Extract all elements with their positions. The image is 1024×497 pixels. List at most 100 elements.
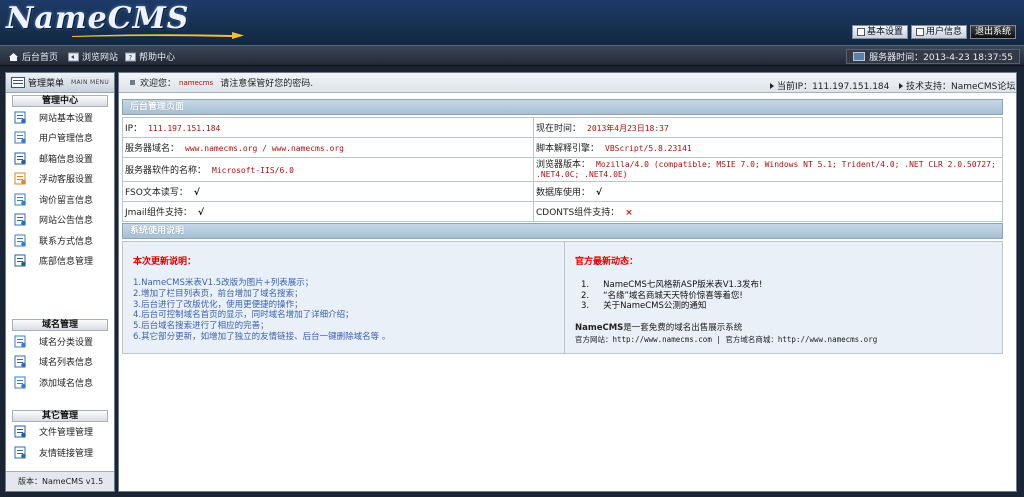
info-label: Jmail组件支持： <box>125 208 192 218</box>
info-label: 脚本解释引擎： <box>536 144 600 154</box>
document-icon <box>14 131 27 144</box>
nav-help-label: 帮助中心 <box>139 53 176 63</box>
sidebar-item[interactable]: 邮箱信息设置 <box>6 148 114 169</box>
sidebar-item[interactable]: 文件管理管理 <box>6 422 114 443</box>
sidebar-item-label: 域名列表信息 <box>39 358 94 369</box>
sidebar-item[interactable]: 网站公告信息 <box>6 210 114 231</box>
welcome-bar: 欢迎您： namecms 请注意保管好您的密码. 当前IP：111.197.15… <box>119 73 1016 93</box>
document-icon <box>14 425 27 438</box>
nav-home[interactable]: 后台首页 <box>8 50 58 63</box>
info-label: 现在时间： <box>536 124 582 134</box>
news-text: NameCMS七风格新ASP版米表V1.3发布! <box>603 280 763 290</box>
update-item: 4.后台可控制域名首页的显示，同时域名增加了详细介绍； <box>133 310 354 321</box>
sidebar-item[interactable]: 浮动客服设置 <box>6 169 114 190</box>
info-value: 111.197.151.184 <box>148 124 221 133</box>
top-header: NameCMS 基本设置 用户信息 退出系统 <box>0 0 1024 45</box>
server-time-text: 服务器时间：2013-4-23 18:37:55 <box>869 53 1013 63</box>
usage-panel-title: 系统使用说明 <box>122 223 1003 239</box>
nav-help[interactable]: ? 帮助中心 <box>125 50 175 63</box>
about-sites: 官方网站：http://www.namecms.com | 官方域名商城：htt… <box>575 335 878 344</box>
current-ip-text: 当前IP：111.197.151.184 <box>777 82 890 92</box>
info-cell: 浏览器版本： Mozilla/4.0 (compatible; MSIE 7.0;… <box>533 157 1003 182</box>
sidebar-item-label: 询价留言信息 <box>39 195 94 206</box>
svg-text:?: ? <box>129 54 133 62</box>
user-info-link[interactable]: 用户信息 <box>910 25 967 39</box>
info-value: www.namecms.org / www.namecms.org <box>185 144 344 153</box>
document-icon <box>14 193 27 206</box>
info-cell: 数据库使用： √ <box>533 181 1003 202</box>
main-content: 欢迎您： namecms 请注意保管好您的密码. 当前IP：111.197.15… <box>118 72 1017 492</box>
tech-support-link[interactable]: 技术支持：NameCMS论坛 <box>899 79 1015 92</box>
nav-browse[interactable]: 浏览网站 <box>68 50 118 63</box>
update-item: 1.NameCMS米表V1.5改版为图片+列表展示； <box>133 278 314 288</box>
server-info-table: IP： 111.197.151.184 现在时间： 2013年4月23日18:37 服务… <box>122 117 1003 222</box>
sidebar-item[interactable]: 域名分类设置 <box>6 331 114 352</box>
server-time: 服务器时间：2013-4-23 18:37:55 <box>846 49 1020 64</box>
document-icon <box>14 152 27 165</box>
news-list: 1. NameCMS七风格新ASP版米表V1.3发布! 2. “名缘”域名商城天天特价… <box>581 280 762 312</box>
arrow-right-icon <box>770 82 774 89</box>
sidebar-item-label: 底部信息管理 <box>39 257 94 268</box>
updates-list: 1.NameCMS米表V1.5改版为图片+列表展示； 2.增加了栏目列表页，前台增… <box>133 278 390 343</box>
news-item[interactable]: 3. 关于NameCMS公测的通知 <box>581 301 762 312</box>
sidebar-item-label: 邮箱信息设置 <box>39 154 94 165</box>
gear-icon <box>856 28 865 36</box>
sidebar-header-title: 管理菜单 <box>28 79 65 89</box>
logout-button[interactable]: 退出系统 <box>969 25 1016 39</box>
help-icon: ? <box>125 52 136 62</box>
bullet-icon <box>130 80 135 85</box>
sidebar-item[interactable]: 询价留言信息 <box>6 189 114 210</box>
sidebar-header-sub: MAIN MENU <box>71 79 110 86</box>
top-links: 基本设置 用户信息 退出系统 <box>851 25 1016 39</box>
settings-link[interactable]: 基本设置 <box>851 25 908 39</box>
sidebar-item[interactable]: 网站基本设置 <box>6 107 114 128</box>
sidebar-item[interactable]: 友情链接管理 <box>6 442 114 463</box>
update-item: 3.后台进行了改版优化，使用更便捷的操作； <box>133 299 303 310</box>
news-number: 1. <box>581 280 590 290</box>
sidebar-item-label: 网站基本设置 <box>39 113 94 124</box>
sidebar-item[interactable]: 域名列表信息 <box>6 352 114 373</box>
sidebar-version: 版本：NameCMS v1.5 <box>6 471 114 491</box>
sidebar-item[interactable]: 底部信息管理 <box>6 251 114 272</box>
admin-panel-title: 后台管理页面 <box>122 99 1003 115</box>
sidebar-header: 管理菜单 MAIN MENU <box>6 73 114 93</box>
news-number: 3. <box>581 301 590 311</box>
document-icon <box>14 335 27 348</box>
sidebar-item-label: 浮动客服设置 <box>39 175 94 186</box>
sidebar-section-title: 其它管理 <box>12 409 108 422</box>
info-label: 数据库使用： <box>536 188 591 198</box>
news-item[interactable]: 1. NameCMS七风格新ASP版米表V1.3发布! <box>581 280 762 291</box>
document-icon <box>14 213 27 226</box>
menu-icon <box>11 77 25 88</box>
document-icon <box>14 172 27 185</box>
about-section: NameCMS是一套免费的域名出售展示系统 官方网站：http://www.na… <box>575 323 877 345</box>
info-value: VBScript/5.8.23141 <box>605 144 692 153</box>
update-item: 6.其它部分更新，如增加了独立的友情链接、后台一键删除域名等 。 <box>133 331 391 342</box>
info-value: 2013年4月23日18:37 <box>587 124 669 133</box>
sidebar-item[interactable]: 添加域名信息 <box>6 372 114 393</box>
info-cell: Jmail组件支持： √ <box>122 201 534 222</box>
document-icon <box>14 234 27 247</box>
info-label: IP： <box>125 124 143 134</box>
info-row: 服务器软件的名称： Microsoft-IIS/6.0 浏览器版本： Mozilla/… <box>122 157 1003 182</box>
news-number: 2. <box>581 290 590 301</box>
sidebar-section-title: 域名管理 <box>12 319 108 331</box>
news-title: 官方最新动态： <box>575 257 639 267</box>
news-column: 官方最新动态： 1. NameCMS七风格新ASP版米表V1.3发布! 2. “名缘”… <box>565 242 1002 353</box>
app-window: NameCMS 基本设置 用户信息 退出系统 后台首页 浏览网站 ? 帮助中心 … <box>0 0 1024 497</box>
logo-swoosh-icon <box>72 32 244 39</box>
sidebar-item[interactable]: 用户管理信息 <box>6 128 114 149</box>
sidebar-item-label: 联系方式信息 <box>39 236 94 247</box>
info-value: Microsoft-IIS/6.0 <box>212 166 294 175</box>
welcome-prefix: 欢迎您： <box>140 79 177 89</box>
sidebar-body: 管理中心 网站基本设置 用户管理信息 邮箱信息设置 浮动客服设置 询价留言信息 网站公告信息… <box>6 95 114 463</box>
sidebar-item-label: 友情链接管理 <box>39 448 94 459</box>
arrow-right-icon <box>899 82 903 89</box>
update-item: 5.后台域名搜索进行了相应的完善； <box>133 321 269 332</box>
settings-link-label: 基本设置 <box>866 27 903 37</box>
current-ip: 当前IP：111.197.151.184 <box>770 79 889 92</box>
news-item[interactable]: 2. “名缘”域名商城天天特价惊喜等着您! <box>581 291 762 302</box>
sidebar-item[interactable]: 联系方式信息 <box>6 230 114 251</box>
about-suffix: 是一套免费的域名出售展示系统 <box>623 323 743 333</box>
